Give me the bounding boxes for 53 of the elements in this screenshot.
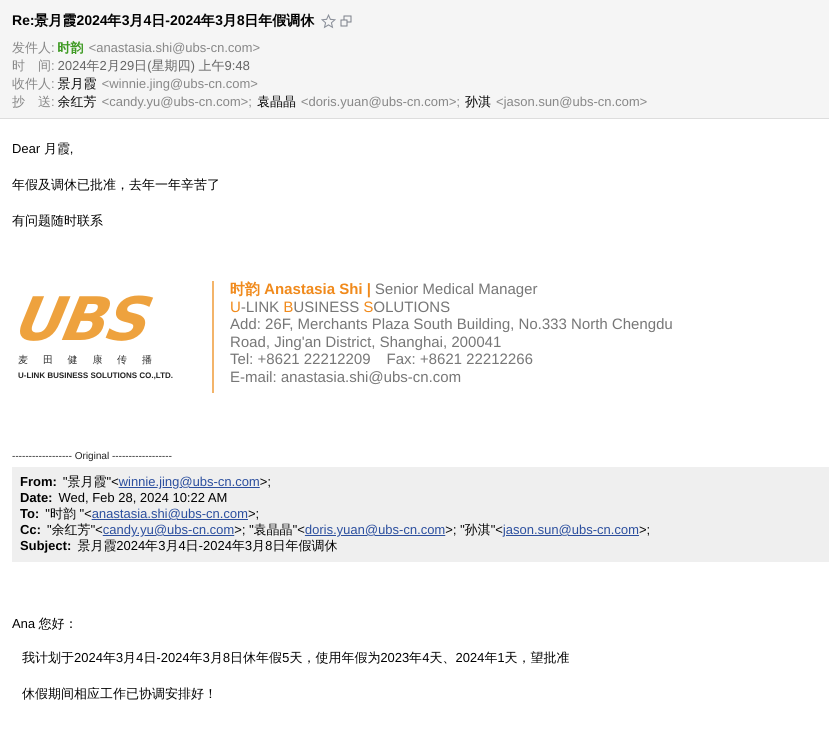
email-link[interactable]: candy.yu@ubs-cn.com xyxy=(102,522,234,538)
quote-field-text: >; "袁晶晶"< xyxy=(234,522,305,538)
fax-number: Fax: +8621 22212266 xyxy=(386,351,533,369)
quote-field-text: "时韵 "< xyxy=(45,506,92,522)
quote-field-text: "景月霞"< xyxy=(62,474,119,490)
quote-field-label: Cc: xyxy=(20,522,41,538)
message-line: 年假及调休已批准，去年一年辛苦了 xyxy=(12,177,221,193)
email-link[interactable]: anastasia.shi@ubs-cn.com xyxy=(92,506,248,522)
quote-field-text: 景月霞2024年3月4日-2024年3月8日年假调休 xyxy=(77,538,338,554)
cc-email: <doris.yuan@ubs-cn.com>; xyxy=(300,93,460,111)
reply-line: 休假期间相应工作已协调安排好！ xyxy=(21,686,218,702)
address-line: Add: 26F, Merchants Plaza South Building, No.333 North Chengdu xyxy=(230,316,673,334)
message-line: 有问题随时联系 xyxy=(12,213,104,229)
address-line: Road, Jing'an District, Shanghai, 200041 xyxy=(230,334,502,352)
quote-field-label: Subject: xyxy=(20,538,72,554)
cc-email: <candy.yu@ubs-cn.com>; xyxy=(102,93,252,111)
quote-field-text: "余红芳"< xyxy=(46,522,103,538)
reply-line: 我计划于2024年3月4日-2024年3月8日休年假5天，使用年假为2023年4天、2024年1天，望批准 xyxy=(21,650,571,666)
quote-field-text: >; xyxy=(638,522,650,538)
quote-field-text: >; "孙淇"< xyxy=(445,522,503,538)
email-subject: Re:景月霞2024年3月4日-2024年3月8日年假调休 xyxy=(12,12,315,30)
company-logo: UBS 麦 田 健 康 传 播 U-LINK BUSINESS SOLUTIONS CO.,LTD. xyxy=(18,284,174,382)
cc-name[interactable]: 余红芳 xyxy=(58,93,97,111)
sender-email: <anastasia.shi@ubs-cn.com> xyxy=(88,39,260,57)
recipient-name[interactable]: 景月霞 xyxy=(58,75,97,93)
quote-field-text: >; xyxy=(260,474,271,490)
signature-name: 时韵 Anastasia Shi | xyxy=(230,281,371,299)
quote-field-label: Date: xyxy=(20,490,53,506)
field-label: 时 间: xyxy=(12,57,55,75)
cc-name[interactable]: 孙淇 xyxy=(465,93,492,111)
email-link[interactable]: jason.sun@ubs-cn.com xyxy=(502,522,639,538)
sent-time: 2024年2月29日(星期四) 上午9:48 xyxy=(58,57,250,75)
phone-number: Tel: +8621 22212209 xyxy=(230,351,371,369)
new-window-icon[interactable] xyxy=(340,15,352,27)
field-label: 抄 送: xyxy=(12,93,55,111)
quote-field-label: From: xyxy=(20,474,57,490)
quote-field-text: >; xyxy=(248,506,260,522)
signature-title: Senior Medical Manager xyxy=(374,281,538,299)
cc-email: <jason.sun@ubs-cn.com> xyxy=(496,93,648,111)
quote-field-text: Wed, Feb 28, 2024 10:22 AM xyxy=(58,490,228,506)
recipient-email: <winnie.jing@ubs-cn.com> xyxy=(102,75,258,93)
field-label: 发件人: xyxy=(12,39,55,57)
email-link[interactable]: doris.yuan@ubs-cn.com xyxy=(304,522,446,538)
signature-email: E-mail: anastasia.shi@ubs-cn.com xyxy=(230,368,462,387)
company-name: U-LINK BUSINESS SOLUTIONS xyxy=(230,298,452,316)
cc-name[interactable]: 袁晶晶 xyxy=(256,93,296,111)
message-line: Dear 月霞, xyxy=(12,141,74,157)
original-divider: ------------------ Original ------------------ xyxy=(12,451,173,462)
star-icon[interactable] xyxy=(320,14,336,28)
email-link[interactable]: winnie.jing@ubs-cn.com xyxy=(118,474,260,490)
field-label: 收件人: xyxy=(12,75,55,93)
reply-greeting: Ana 您好： xyxy=(12,616,79,632)
quote-field-label: To: xyxy=(20,506,40,522)
